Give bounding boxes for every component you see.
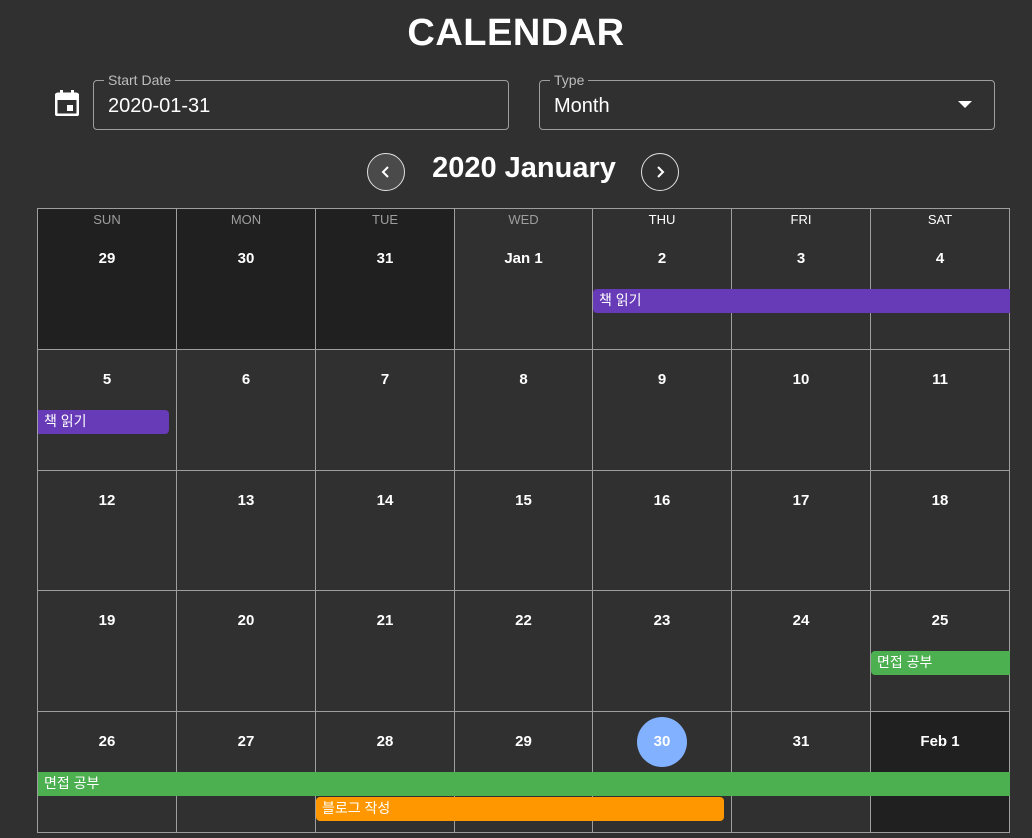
chevron-left-icon	[381, 166, 389, 178]
weekday-header: MON	[230, 212, 262, 227]
day-number[interactable]: 13	[177, 491, 315, 511]
day-cell[interactable]: THU 2	[593, 209, 732, 350]
day-cell[interactable]: 24	[732, 591, 871, 712]
calendar-event[interactable]: 블로그 작성	[316, 797, 724, 821]
day-number[interactable]: 11	[871, 370, 1009, 390]
day-number[interactable]: 31	[316, 249, 454, 269]
day-number[interactable]: 14	[316, 491, 454, 511]
weekday-header: THU	[648, 212, 676, 227]
weekday-header: SAT	[927, 212, 953, 227]
day-number[interactable]: 24	[732, 611, 870, 631]
day-number[interactable]: 15	[455, 491, 592, 511]
day-number[interactable]: 30	[593, 732, 731, 752]
day-number[interactable]: Jan 1	[455, 249, 592, 269]
day-cell[interactable]: TUE 31	[316, 209, 455, 350]
day-number[interactable]: 5	[38, 370, 176, 390]
day-cell[interactable]: 14	[316, 471, 455, 591]
day-number[interactable]: 25	[871, 611, 1009, 631]
prev-month-button[interactable]	[367, 153, 405, 191]
day-cell[interactable]: 8	[455, 350, 593, 471]
day-cell[interactable]: 9	[593, 350, 732, 471]
page-title: CALENDAR	[407, 12, 625, 54]
day-number[interactable]: 7	[316, 370, 454, 390]
day-number[interactable]: 17	[732, 491, 870, 511]
day-cell[interactable]: 23	[593, 591, 732, 712]
day-number[interactable]: 26	[38, 732, 176, 752]
day-cell[interactable]: 20	[177, 591, 316, 712]
day-number[interactable]: 2	[593, 249, 731, 269]
day-number[interactable]: 20	[177, 611, 315, 631]
day-cell[interactable]: 6	[177, 350, 316, 471]
day-number[interactable]: 18	[871, 491, 1009, 511]
weekday-header: SUN	[93, 212, 121, 227]
weekday-header: TUE	[372, 212, 398, 227]
calendar-event[interactable]: 면접 공부	[38, 772, 1010, 796]
type-label: Type	[550, 72, 589, 88]
day-number[interactable]: 27	[177, 732, 315, 752]
day-number[interactable]: 12	[38, 491, 176, 511]
day-number[interactable]: 21	[316, 611, 454, 631]
type-value: Month	[554, 95, 610, 117]
day-cell[interactable]: 18	[871, 471, 1010, 591]
day-number[interactable]: 10	[732, 370, 870, 390]
day-cell[interactable]: 7	[316, 350, 455, 471]
day-cell[interactable]: 21	[316, 591, 455, 712]
day-number[interactable]: 6	[177, 370, 315, 390]
day-number[interactable]: 28	[316, 732, 454, 752]
day-cell[interactable]: FRI 3	[732, 209, 871, 350]
day-number[interactable]: 23	[593, 611, 731, 631]
chevron-right-icon	[657, 166, 665, 178]
calendar-event-icon[interactable]	[54, 90, 80, 117]
day-cell[interactable]: 22	[455, 591, 593, 712]
month-title: 2020 January	[432, 152, 616, 184]
day-number[interactable]: 31	[732, 732, 870, 752]
caret-down-icon[interactable]	[958, 101, 972, 108]
day-cell[interactable]: 13	[177, 471, 316, 591]
calendar-month-grid: SUN 29 MON 30 TUE 31 WED Jan 1 THU 2 FRI 3 SAT 4 5 6 7 8 9…	[37, 208, 1010, 833]
day-cell[interactable]: WED Jan 1	[455, 209, 593, 350]
calendar-event[interactable]: 면접 공부	[871, 651, 1010, 675]
day-number[interactable]: 9	[593, 370, 731, 390]
start-date-field[interactable]: Start Date 2020-01-31	[93, 72, 509, 130]
day-cell[interactable]: 19	[38, 591, 177, 712]
weekday-header: FRI	[790, 212, 812, 227]
day-number[interactable]: 22	[455, 611, 592, 631]
day-number[interactable]: 29	[455, 732, 592, 752]
day-number[interactable]: 19	[38, 611, 176, 631]
day-cell[interactable]: SAT 4	[871, 209, 1010, 350]
day-cell[interactable]: SUN 29	[38, 209, 177, 350]
day-number[interactable]: 3	[732, 249, 870, 269]
day-number[interactable]: 4	[871, 249, 1009, 269]
type-select[interactable]: Type Month	[539, 72, 995, 130]
day-number[interactable]: 16	[593, 491, 731, 511]
day-cell[interactable]: 16	[593, 471, 732, 591]
calendar-event[interactable]: 책 읽기	[38, 410, 169, 434]
day-number[interactable]: Feb 1	[871, 732, 1009, 752]
start-date-label: Start Date	[104, 72, 176, 88]
weekday-header: WED	[508, 212, 539, 227]
day-cell[interactable]: MON 30	[177, 209, 316, 350]
day-cell[interactable]: 15	[455, 471, 593, 591]
day-number[interactable]: 29	[38, 249, 176, 269]
next-month-button[interactable]	[641, 153, 679, 191]
day-cell[interactable]: 11	[871, 350, 1010, 471]
day-cell[interactable]: 17	[732, 471, 871, 591]
day-cell[interactable]: 10	[732, 350, 871, 471]
day-number[interactable]: 8	[455, 370, 592, 390]
day-number[interactable]: 30	[177, 249, 315, 269]
day-cell[interactable]: 12	[38, 471, 177, 591]
start-date-value[interactable]: 2020-01-31	[108, 94, 210, 118]
calendar-event[interactable]: 책 읽기	[593, 289, 1010, 313]
